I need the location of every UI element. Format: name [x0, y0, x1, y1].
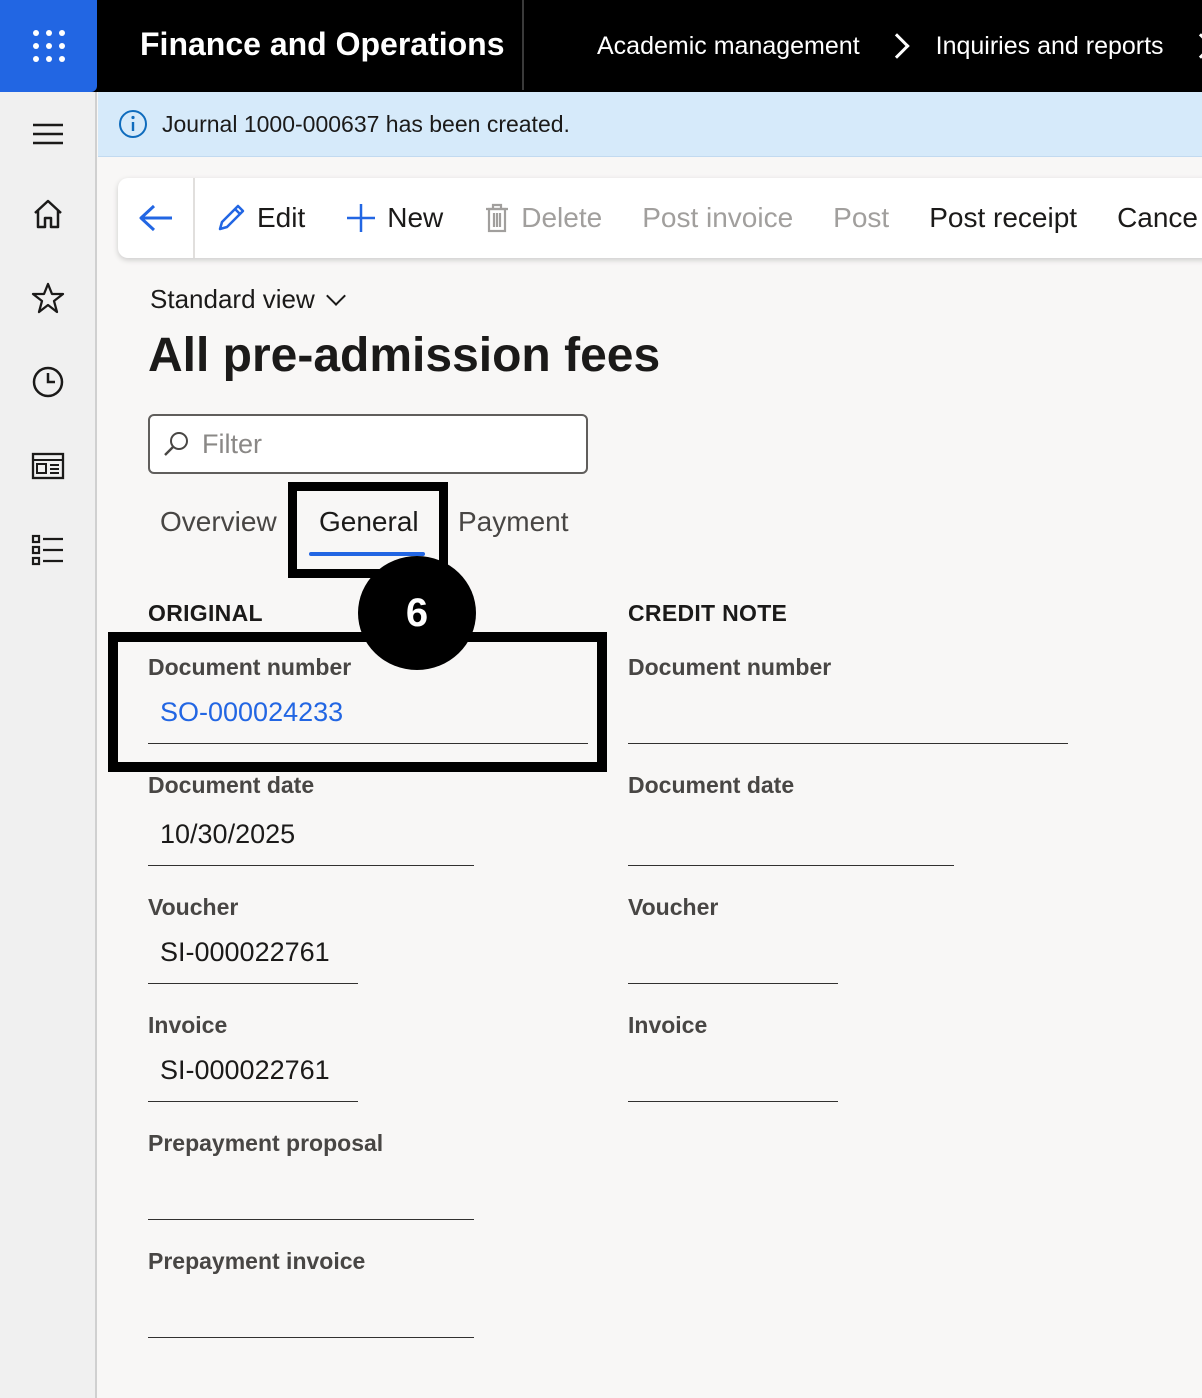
- search-icon: [164, 432, 188, 456]
- nav-recent[interactable]: [24, 358, 72, 406]
- modules-icon: [31, 534, 63, 566]
- back-arrow-icon: [139, 204, 172, 232]
- original-prepayment-invoice-label: Prepayment invoice: [148, 1248, 366, 1274]
- original-document-date-label: Document date: [148, 772, 315, 798]
- breadcrumb: Academic management Inquiries and report…: [597, 0, 1202, 92]
- original-voucher-label: Voucher: [148, 894, 239, 920]
- message-text: Journal 1000-000637 has been created.: [162, 110, 570, 137]
- nav-home[interactable]: [24, 190, 72, 238]
- post-label: Post: [833, 202, 890, 233]
- info-icon: [119, 110, 147, 138]
- trash-icon: [486, 203, 509, 233]
- original-prepayment-proposal-field[interactable]: [148, 1162, 474, 1220]
- tab-payment[interactable]: Payment: [458, 506, 569, 538]
- title-divider: [522, 0, 524, 90]
- workspaces-icon: [31, 452, 65, 480]
- chevron-right-icon: [883, 33, 910, 59]
- original-prepayment-proposal-label: Prepayment proposal: [148, 1130, 384, 1156]
- credit-note-voucher-field[interactable]: [628, 926, 838, 984]
- chevron-down-icon: [325, 285, 346, 306]
- post-receipt-button[interactable]: Post receipt: [909, 178, 1097, 258]
- breadcrumb-item-academic-management[interactable]: Academic management: [597, 32, 860, 61]
- navigation-pane: [0, 92, 97, 1398]
- credit-note-document-number-label: Document number: [628, 654, 832, 680]
- tab-overview[interactable]: Overview: [160, 506, 277, 538]
- pencil-icon: [218, 204, 245, 231]
- home-icon: [34, 199, 62, 229]
- cancel-button[interactable]: Cance: [1097, 178, 1202, 258]
- action-pane: Edit New Delete Post invoice Post Post r…: [118, 178, 1202, 258]
- step-badge: 6: [358, 556, 476, 670]
- original-section-heading: ORIGINAL: [148, 600, 263, 626]
- new-button[interactable]: New: [325, 178, 463, 258]
- view-selector[interactable]: Standard view: [150, 284, 346, 315]
- post-receipt-label: Post receipt: [929, 202, 1078, 233]
- plus-icon: [347, 204, 376, 232]
- nav-workspaces[interactable]: [24, 442, 72, 490]
- breadcrumb-item-inquiries-and-reports[interactable]: Inquiries and reports: [936, 32, 1164, 61]
- delete-label: Delete: [521, 202, 603, 233]
- credit-note-document-date-field[interactable]: [628, 808, 954, 866]
- app-title[interactable]: Finance and Operations: [140, 0, 505, 88]
- post-button[interactable]: Post: [813, 178, 909, 258]
- original-voucher-field[interactable]: SI-000022761: [148, 926, 358, 984]
- waffle-icon: [32, 30, 65, 62]
- post-invoice-button[interactable]: Post invoice: [622, 178, 813, 258]
- chevron-right-icon: [1187, 33, 1202, 59]
- cancel-label: Cance: [1117, 202, 1198, 233]
- credit-note-voucher-label: Voucher: [628, 894, 719, 920]
- view-selector-label: Standard view: [150, 284, 315, 314]
- menu-toggle-button[interactable]: [24, 110, 72, 158]
- page-title: All pre-admission fees: [148, 329, 661, 382]
- post-invoice-label: Post invoice: [642, 202, 794, 233]
- original-document-date-field[interactable]: 10/30/2025: [148, 808, 474, 866]
- credit-note-invoice-label: Invoice: [628, 1012, 708, 1038]
- message-bar: Journal 1000-000637 has been created.: [98, 92, 1202, 157]
- top-bar: Finance and Operations Academic manageme…: [0, 0, 1202, 92]
- edit-label: Edit: [257, 202, 306, 233]
- filter-box[interactable]: [148, 414, 588, 474]
- app-launcher-button[interactable]: [0, 0, 97, 92]
- filter-input[interactable]: [202, 428, 562, 460]
- credit-note-section-heading: CREDIT NOTE: [628, 600, 788, 626]
- original-invoice-field[interactable]: SI-000022761: [148, 1044, 358, 1102]
- original-invoice-label: Invoice: [148, 1012, 228, 1038]
- delete-button[interactable]: Delete: [463, 178, 622, 258]
- credit-note-invoice-field[interactable]: [628, 1044, 838, 1102]
- document-number-highlight-box: [108, 632, 607, 772]
- credit-note-document-number-field[interactable]: [628, 686, 1068, 744]
- nav-modules[interactable]: [24, 526, 72, 574]
- credit-note-document-date-label: Document date: [628, 772, 795, 798]
- edit-button[interactable]: Edit: [195, 178, 325, 258]
- recent-icon: [32, 366, 64, 398]
- favorites-icon: [31, 282, 65, 314]
- back-button[interactable]: [118, 178, 195, 258]
- menu-icon: [33, 123, 63, 145]
- nav-favorites[interactable]: [24, 274, 72, 322]
- new-label: New: [387, 202, 444, 233]
- original-prepayment-invoice-field[interactable]: [148, 1280, 474, 1338]
